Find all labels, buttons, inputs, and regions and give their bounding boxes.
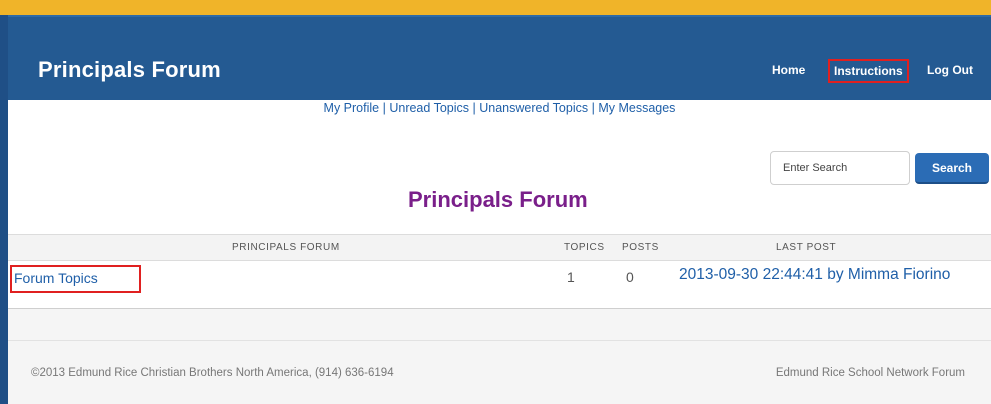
last-post-link[interactable]: 2013-09-30 22:44:41 by Mimma Fiorino: [679, 266, 950, 284]
my-profile-link[interactable]: My Profile: [324, 101, 380, 115]
search-button[interactable]: Search: [915, 153, 989, 184]
page-title: Principals Forum: [408, 187, 588, 212]
nav-logout-link[interactable]: Log Out: [927, 63, 973, 77]
left-frame-border: [0, 15, 8, 404]
nav-instructions-link[interactable]: Instructions: [828, 59, 909, 83]
top-accent-bar: [0, 0, 991, 15]
forum-table-header: PRINCIPALS FORUM TOPICS POSTS LAST POST: [8, 234, 991, 261]
page-footer: ©2013 Edmund Rice Christian Brothers Nor…: [8, 341, 991, 404]
table-row: Forum Topics 1 0 2013-09-30 22:44:41 by …: [8, 261, 991, 309]
site-title[interactable]: Principals Forum: [38, 57, 221, 83]
column-header-topics: TOPICS: [564, 242, 605, 253]
search-input[interactable]: [771, 152, 909, 184]
site-header: Principals Forum Home Instructions Log O…: [8, 15, 991, 100]
table-footer-spacer: [8, 309, 991, 341]
unread-topics-link[interactable]: Unread Topics: [389, 101, 469, 115]
column-header-posts: POSTS: [622, 242, 659, 253]
search-field[interactable]: [770, 151, 910, 185]
column-header-forum: PRINCIPALS FORUM: [232, 242, 340, 253]
forum-topics-link[interactable]: Forum Topics: [10, 265, 141, 293]
user-subnav: My Profile | Unread Topics | Unanswered …: [8, 101, 991, 115]
posts-count: 0: [626, 269, 634, 285]
my-messages-link[interactable]: My Messages: [598, 101, 675, 115]
footer-copyright: ©2013 Edmund Rice Christian Brothers Nor…: [31, 367, 394, 379]
topics-count: 1: [567, 269, 575, 285]
footer-network-name: Edmund Rice School Network Forum: [775, 367, 965, 379]
nav-home-link[interactable]: Home: [772, 63, 805, 77]
column-header-last-post: LAST POST: [776, 242, 837, 253]
unanswered-topics-link[interactable]: Unanswered Topics: [479, 101, 588, 115]
